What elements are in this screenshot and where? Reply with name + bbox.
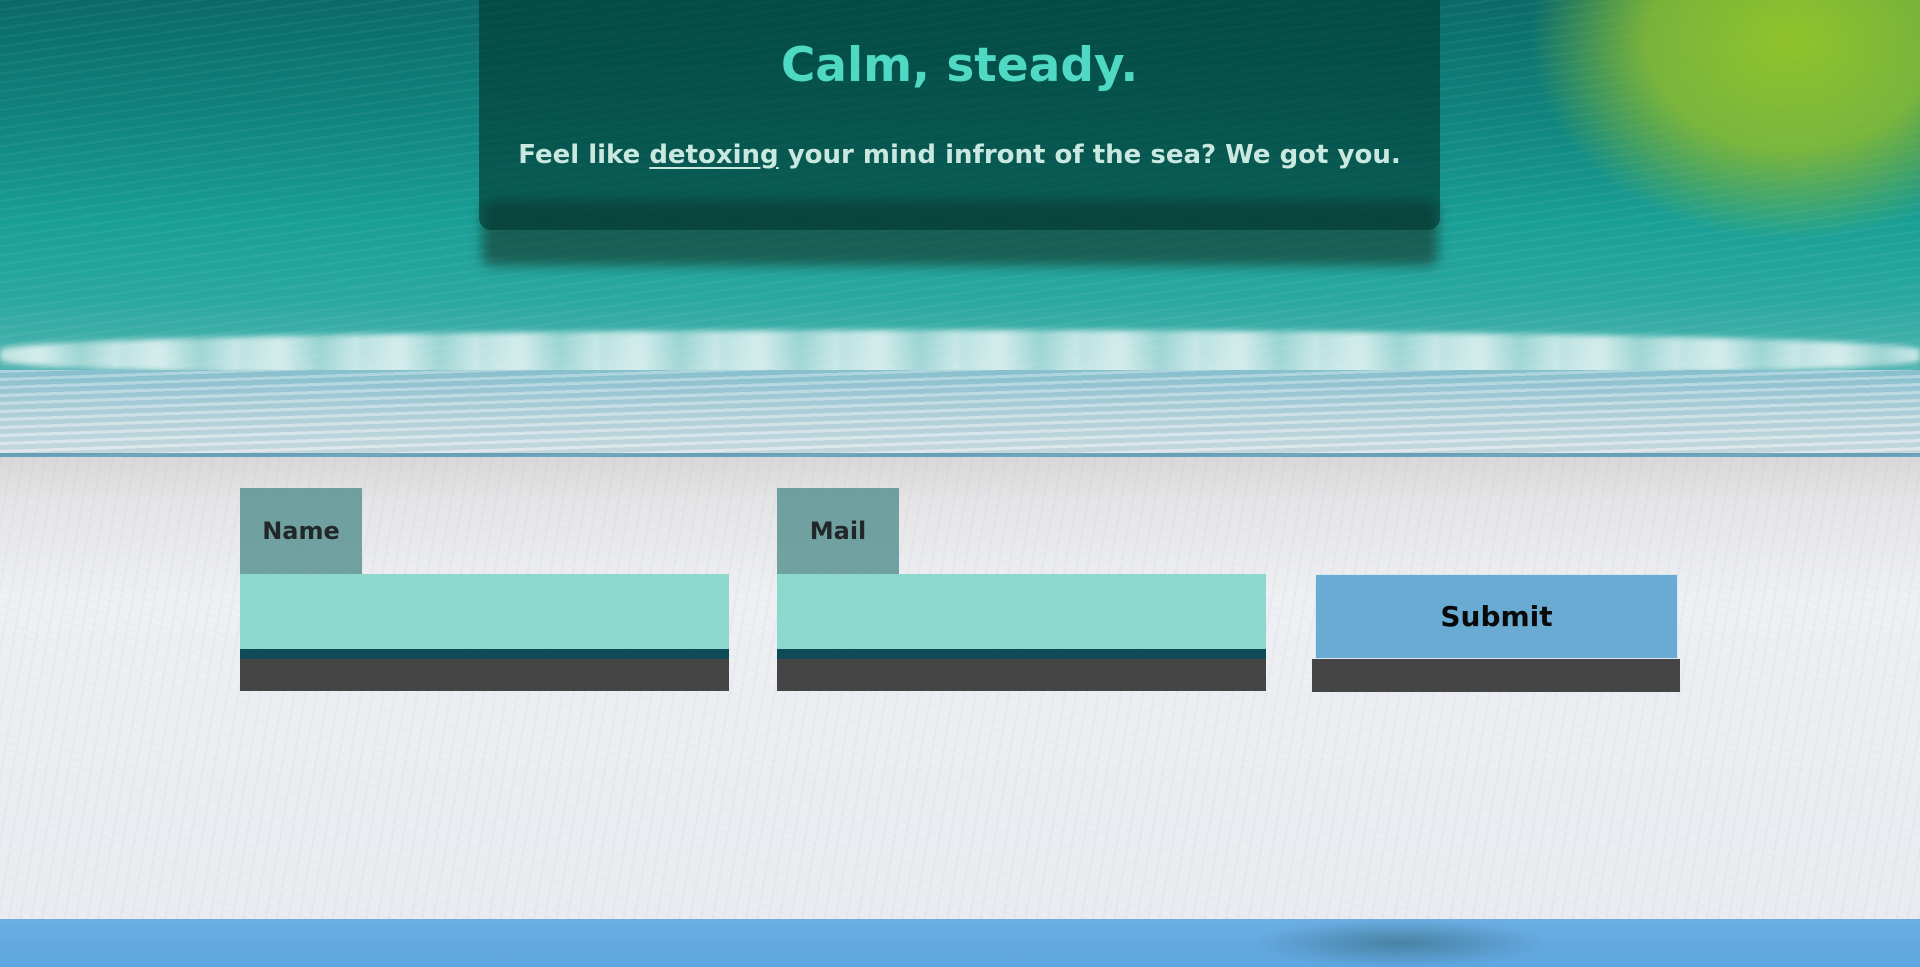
- subtitle-text-start: Feel like: [518, 140, 650, 170]
- sea-foam: [0, 370, 1920, 460]
- submit-wrap: Submit: [1312, 574, 1680, 692]
- name-input[interactable]: [240, 574, 729, 659]
- footer-strip: [0, 919, 1920, 967]
- detoxing-link[interactable]: detoxing: [649, 140, 778, 170]
- subtitle-text-end: your mind infront of the sea? We got you…: [778, 140, 1401, 170]
- name-field-wrap: [240, 574, 729, 691]
- page: Calm, steady. Feel like detoxing your mi…: [0, 0, 1920, 967]
- submit-button[interactable]: Submit: [1315, 574, 1678, 659]
- mail-label: Mail: [777, 488, 899, 574]
- mail-field-shadow: [777, 656, 1266, 691]
- hero-box: Calm, steady. Feel like detoxing your mi…: [479, 0, 1440, 230]
- footer-shade: [1250, 919, 1550, 967]
- submit-shadow: [1312, 659, 1680, 692]
- name-label: Name: [240, 488, 362, 574]
- hero-subtitle: Feel like detoxing your mind infront of …: [479, 140, 1440, 170]
- page-title: Calm, steady.: [780, 38, 1139, 93]
- mail-input[interactable]: [777, 574, 1266, 659]
- mail-field-wrap: [777, 574, 1266, 691]
- name-field-shadow: [240, 656, 729, 691]
